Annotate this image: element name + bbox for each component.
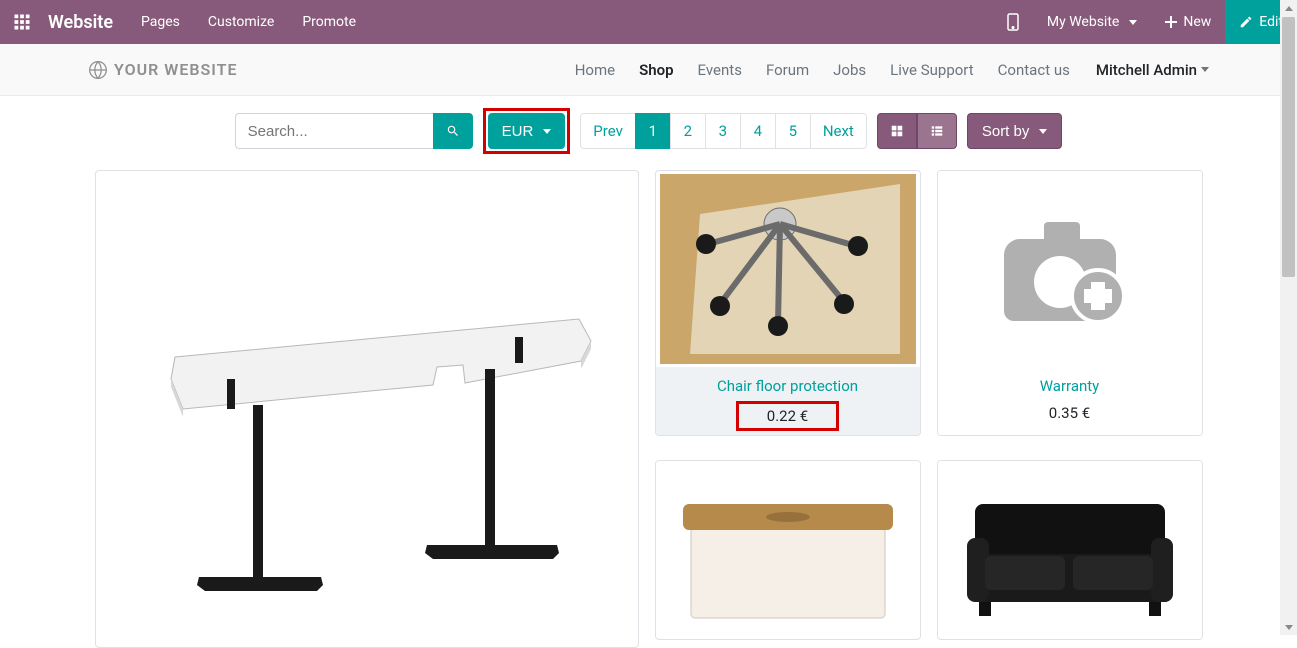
- desk-image: [127, 219, 607, 599]
- product-card-desk[interactable]: [95, 170, 639, 648]
- nav-home[interactable]: Home: [563, 61, 627, 79]
- shop-toolbar: EUR Prev 1 2 3 4 5 Next Sort by: [0, 96, 1297, 170]
- topnav-promote[interactable]: Promote: [288, 0, 370, 44]
- site-header: YOUR WEBSITE Home Shop Events Forum Jobs…: [0, 44, 1297, 96]
- currency-label: EUR: [502, 123, 534, 140]
- product-card-sofa[interactable]: [937, 460, 1203, 640]
- pager-prev[interactable]: Prev: [580, 113, 636, 149]
- pager-page-3[interactable]: 3: [705, 113, 741, 149]
- currency-dropdown[interactable]: EUR: [488, 113, 566, 149]
- scroll-thumb[interactable]: [1282, 17, 1295, 277]
- new-button[interactable]: New: [1151, 0, 1225, 44]
- search-icon: [446, 124, 460, 138]
- sofa-image: [938, 461, 1202, 637]
- grid-icon: [890, 124, 904, 138]
- topnav-customize[interactable]: Customize: [194, 0, 288, 44]
- nav-live-support[interactable]: Live Support: [878, 61, 986, 79]
- caret-down-icon: [543, 129, 551, 134]
- pager-page-5[interactable]: 5: [775, 113, 811, 149]
- caret-down-icon: [1039, 129, 1047, 134]
- sort-dropdown[interactable]: Sort by: [967, 113, 1063, 149]
- caret-down-icon: [1201, 67, 1209, 72]
- view-toggle: [877, 113, 957, 149]
- product-card-chair-protection[interactable]: Chair floor protection 0.22 €: [655, 170, 921, 436]
- nav-contact-us[interactable]: Contact us: [986, 61, 1082, 79]
- list-view-button[interactable]: [917, 113, 957, 149]
- scroll-down-icon[interactable]: [1280, 618, 1297, 635]
- pager-page-1[interactable]: 1: [635, 113, 671, 149]
- pager-page-4[interactable]: 4: [740, 113, 776, 149]
- currency-highlight: EUR: [483, 108, 571, 154]
- search-button[interactable]: [433, 113, 473, 149]
- site-logo[interactable]: YOUR WEBSITE: [88, 60, 238, 80]
- scroll-up-icon[interactable]: [1280, 0, 1297, 17]
- product-title[interactable]: Chair floor protection: [664, 377, 912, 395]
- card-body: Chair floor protection 0.22 €: [656, 367, 920, 436]
- product-price: 0.35 €: [1021, 401, 1118, 425]
- product-card-warranty[interactable]: Warranty 0.35 €: [937, 170, 1203, 436]
- site-logo-text: YOUR WEBSITE: [114, 60, 238, 79]
- topnav-pages[interactable]: Pages: [127, 0, 194, 44]
- mobile-preview-button[interactable]: [993, 0, 1033, 44]
- search-input[interactable]: [235, 113, 433, 149]
- new-label: New: [1183, 14, 1211, 30]
- storage-box-image: [656, 461, 920, 637]
- user-name: Mitchell Admin: [1096, 61, 1197, 79]
- scrollbar[interactable]: [1280, 0, 1297, 635]
- warranty-image: [938, 171, 1202, 367]
- nav-forum[interactable]: Forum: [754, 61, 821, 79]
- nav-shop[interactable]: Shop: [627, 61, 685, 79]
- product-card-storage-box[interactable]: [655, 460, 921, 640]
- my-website-dropdown[interactable]: My Website: [1033, 0, 1151, 44]
- caret-down-icon: [1129, 20, 1137, 25]
- pager-next[interactable]: Next: [810, 113, 867, 149]
- pager: Prev 1 2 3 4 5 Next: [580, 113, 867, 149]
- card-body: Warranty 0.35 €: [938, 367, 1202, 436]
- apps-icon[interactable]: [0, 13, 44, 31]
- my-website-label: My Website: [1047, 14, 1119, 30]
- sort-label: Sort by: [982, 123, 1030, 140]
- app-brand[interactable]: Website: [44, 12, 127, 33]
- nav-jobs[interactable]: Jobs: [821, 61, 878, 79]
- app-topbar: Website Pages Customize Promote My Websi…: [0, 0, 1297, 44]
- product-title[interactable]: Warranty: [946, 377, 1194, 395]
- search-group: [235, 113, 473, 149]
- product-grid: Chair floor protection 0.22 € Warranty 0…: [95, 170, 1203, 648]
- nav-events[interactable]: Events: [686, 61, 754, 79]
- user-menu[interactable]: Mitchell Admin: [1096, 61, 1209, 79]
- product-price: 0.22 €: [736, 401, 839, 431]
- grid-view-button[interactable]: [877, 113, 917, 149]
- list-icon: [930, 124, 944, 138]
- chair-protection-image: [656, 171, 920, 367]
- pager-page-2[interactable]: 2: [670, 113, 706, 149]
